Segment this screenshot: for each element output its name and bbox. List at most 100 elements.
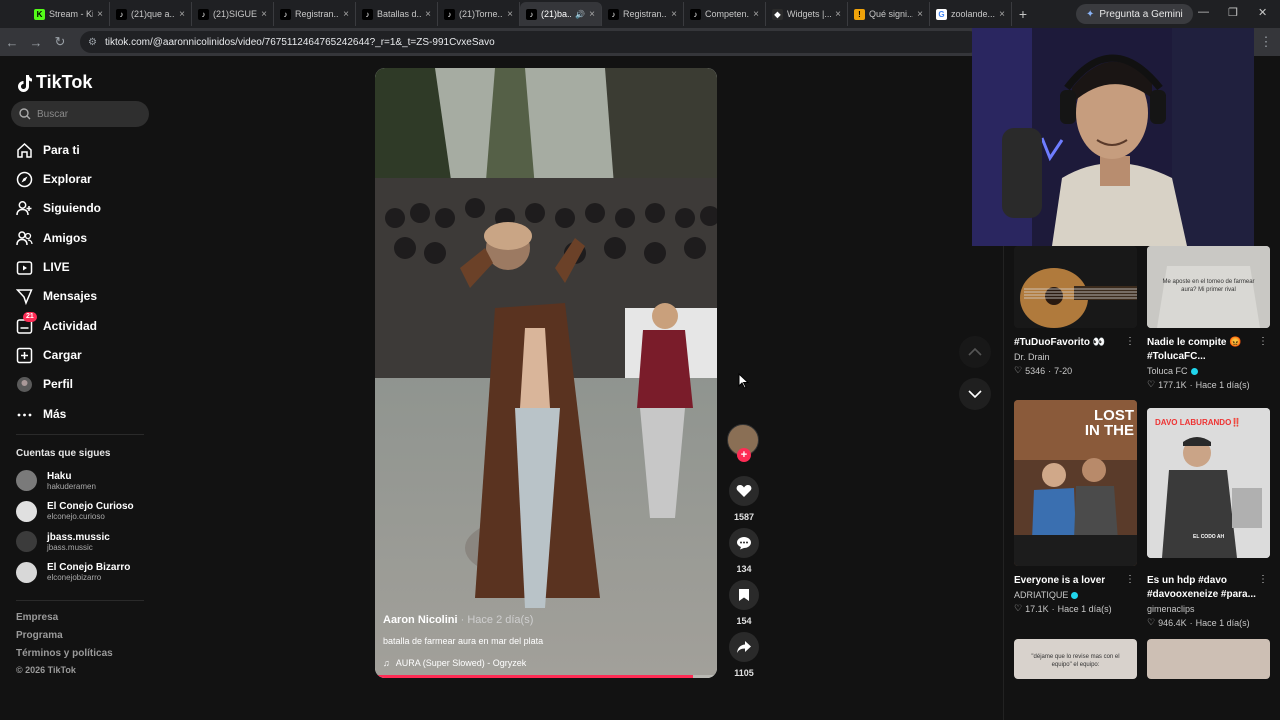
close-tab-icon[interactable]: × (589, 9, 595, 20)
share-button[interactable]: 1105 (727, 632, 761, 678)
browser-tab[interactable]: ♪ (21)ba... 🔊 × (520, 2, 602, 26)
sidebar-item-perfil[interactable]: Perfil (16, 374, 73, 394)
video-player[interactable]: Aaron Nicolini · Hace 2 día(s) batalla d… (375, 68, 717, 678)
footer-link[interactable]: Empresa (16, 612, 58, 623)
browser-tab[interactable]: ♪ Registran... × (602, 2, 684, 26)
followed-account[interactable]: jbass.mussic jbass.mussic (16, 531, 110, 552)
music-link[interactable]: ♫ AURA (Super Slowed) - Ogryzek (383, 658, 526, 668)
tiktok-logo[interactable]: TikTok (16, 72, 92, 93)
close-tab-icon[interactable]: × (343, 9, 349, 20)
close-tab-icon[interactable]: × (753, 9, 759, 20)
video-card-title[interactable]: Nadie le compite 😡 #TolucaFC... (1147, 336, 1270, 364)
footer-link[interactable]: Términos y políticas (16, 648, 113, 659)
followed-account[interactable]: El Conejo Bizarro elconejobizarro (16, 561, 130, 583)
browser-tab[interactable]: ! Qué signi... × (848, 2, 930, 26)
sidebar-item-cargar[interactable]: Cargar (16, 345, 82, 365)
sidebar-item-amigos[interactable]: Amigos (16, 228, 87, 248)
video-card-title[interactable]: #TuDuoFavorito 👀 (1014, 336, 1137, 350)
browser-tab[interactable]: ◆ Widgets |... × (766, 2, 848, 26)
video-thumbnail[interactable] (1147, 639, 1270, 679)
video-card[interactable]: "déjame que lo revise mas con el equipo"… (1014, 639, 1137, 679)
close-tab-icon[interactable]: × (835, 9, 841, 20)
account-name[interactable]: El Conejo Curioso (47, 501, 134, 512)
sidebar-item-live[interactable]: LIVE (16, 257, 70, 277)
close-tab-icon[interactable]: × (671, 9, 677, 20)
previous-video-button[interactable] (959, 336, 991, 368)
sidebar-item-ms[interactable]: Más (16, 404, 66, 424)
next-video-button[interactable] (959, 378, 991, 410)
footer-link[interactable]: Programa (16, 630, 63, 641)
gemini-button[interactable]: ✦ Pregunta a Gemini (1076, 4, 1193, 24)
more-options-icon[interactable]: ⋮ (1258, 574, 1268, 585)
browser-tab[interactable]: ♪ Competen... × (684, 2, 766, 26)
back-icon[interactable]: ← (0, 30, 24, 54)
close-tab-icon[interactable]: × (917, 9, 923, 20)
url-bar[interactable]: ⚙ tiktok.com/@aaronnicolinidos/video/767… (80, 31, 980, 53)
video-card-title[interactable]: Es un hdp #davo #davooxeneize #para... (1147, 574, 1270, 602)
video-thumbnail[interactable]: Me aposte en el torneo de farmear aura? … (1147, 246, 1270, 328)
url-text[interactable]: tiktok.com/@aaronnicolinidos/video/76751… (105, 37, 495, 48)
followed-account[interactable]: Haku hakuderamen (16, 470, 96, 491)
video-card-channel[interactable]: Dr. Drain (1014, 352, 1137, 362)
like-button[interactable]: 1587 (727, 476, 761, 522)
avatar[interactable] (16, 470, 37, 491)
sidebar-item-mensajes[interactable]: Mensajes (16, 286, 97, 306)
minimize-icon[interactable]: — (1198, 6, 1209, 18)
more-options-icon[interactable]: ⋮ (1125, 574, 1135, 585)
site-info-icon[interactable]: ⚙ (88, 37, 97, 48)
menu-icon[interactable]: ⋮ (1254, 30, 1278, 54)
comment-button[interactable]: 134 (727, 528, 761, 574)
video-progress-bar[interactable] (375, 675, 717, 678)
video-card-channel[interactable]: ADRIATIQUE (1014, 590, 1137, 600)
sidebar-item-parati[interactable]: Para ti (16, 140, 80, 160)
browser-tab[interactable]: ♪ (21)que a... × (110, 2, 192, 26)
video-card[interactable]: LOST IN THE Everyone is a lover ADRIATIQ… (1014, 400, 1137, 614)
more-options-icon[interactable]: ⋮ (1258, 336, 1268, 347)
close-tab-icon[interactable]: × (999, 9, 1005, 20)
video-card[interactable] (1147, 639, 1270, 679)
follow-plus-icon[interactable]: + (737, 448, 751, 462)
restore-icon[interactable]: ❐ (1228, 6, 1238, 19)
account-name[interactable]: jbass.mussic (47, 532, 110, 543)
video-card-title[interactable]: Everyone is a lover (1014, 574, 1137, 588)
author-name[interactable]: Aaron Nicolini (383, 614, 458, 626)
close-tab-icon[interactable]: × (425, 9, 431, 20)
video-author[interactable]: Aaron Nicolini · Hace 2 día(s) (383, 614, 533, 626)
avatar[interactable] (16, 561, 37, 583)
video-thumbnail[interactable]: LOST IN THE (1014, 400, 1137, 566)
video-card-channel[interactable]: gimenaclips (1147, 604, 1270, 614)
forward-icon[interactable]: → (24, 30, 48, 54)
browser-tab[interactable]: ♪ Registran... × (274, 2, 356, 26)
browser-tab[interactable]: Gzoolande... × (930, 2, 1012, 26)
sidebar-item-siguiendo[interactable]: Siguiendo (16, 198, 101, 218)
close-tab-icon[interactable]: × (261, 9, 267, 20)
music-title[interactable]: AURA (Super Slowed) - Ogryzek (396, 658, 527, 668)
close-window-icon[interactable]: ✕ (1258, 6, 1267, 19)
search-input[interactable]: Buscar (11, 101, 149, 127)
followed-account[interactable]: El Conejo Curioso elconejo.curioso (16, 500, 134, 522)
account-name[interactable]: Haku (47, 471, 96, 482)
video-card[interactable]: Me aposte en el torneo de farmear aura? … (1147, 246, 1270, 390)
video-thumbnail[interactable] (1014, 246, 1137, 328)
close-tab-icon[interactable]: × (97, 9, 103, 20)
audio-icon[interactable]: 🔊 (575, 10, 585, 19)
close-tab-icon[interactable]: × (507, 9, 513, 20)
browser-tab[interactable]: ♪ (21)SIGUE...× (192, 2, 274, 26)
video-thumbnail[interactable]: DAVO LABURANDO‼️ EL CODO AH (1147, 408, 1270, 558)
avatar[interactable] (16, 531, 37, 552)
new-tab-button[interactable]: + (1012, 3, 1034, 25)
video-card[interactable]: DAVO LABURANDO‼️ EL CODO AH Es un hdp #d… (1147, 408, 1270, 628)
browser-tab[interactable]: ♪ (21)Torne... × (438, 2, 520, 26)
close-tab-icon[interactable]: × (179, 9, 185, 20)
sidebar-item-explorar[interactable]: Explorar (16, 169, 92, 189)
reload-icon[interactable]: ↻ (48, 30, 72, 54)
video-card[interactable]: #TuDuoFavorito 👀 Dr. Drain ♡ 5346 · 7-20 ⋮ (1014, 246, 1137, 376)
browser-tab[interactable]: ♪ Batallas d... × (356, 2, 438, 26)
browser-tab[interactable]: K Stream - Kick × (28, 2, 110, 26)
more-options-icon[interactable]: ⋮ (1125, 336, 1135, 347)
sidebar-item-actividad[interactable]: 21 Actividad (16, 311, 97, 336)
video-thumbnail[interactable]: "déjame que lo revise mas con el equipo"… (1014, 639, 1137, 679)
avatar[interactable] (16, 500, 37, 522)
video-card-channel[interactable]: Toluca FC (1147, 366, 1270, 376)
account-name[interactable]: El Conejo Bizarro (47, 562, 130, 573)
